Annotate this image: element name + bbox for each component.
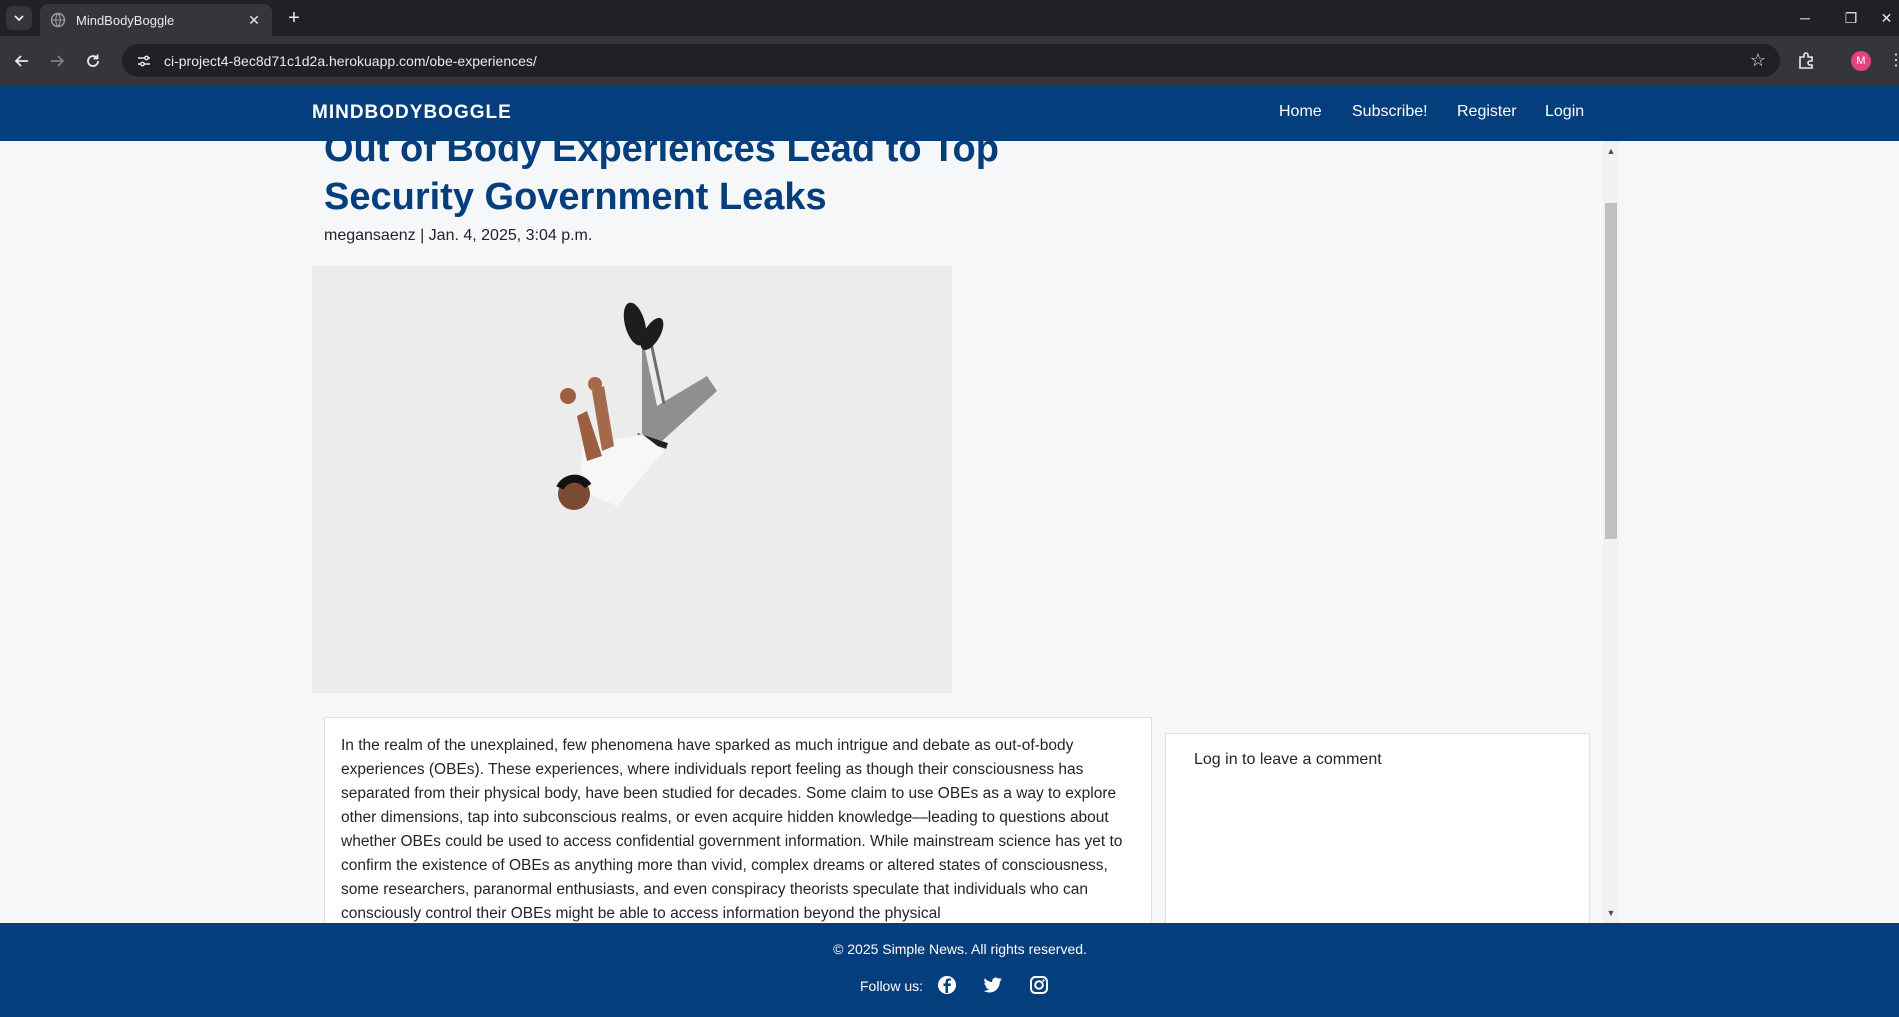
site-brand[interactable]: MINDBODYBOGGLE [312, 102, 512, 124]
nav-link-home[interactable]: Home [1279, 103, 1322, 121]
scroll-up-arrow-icon[interactable]: ▲ [1603, 143, 1619, 159]
url-text: ci-project4-8ec8d71c1d2a.herokuapp.com/o… [164, 52, 537, 69]
comment-prompt-text: to leave a comment [1237, 751, 1382, 768]
tab-search-button[interactable] [6, 6, 32, 30]
browser-tab-bar: MindBodyBoggle ✕ + ─ ❐ ✕ [0, 0, 1899, 36]
nav-link-login[interactable]: Login [1545, 103, 1584, 121]
restore-button[interactable]: ❐ [1828, 0, 1874, 36]
address-bar[interactable]: ci-project4-8ec8d71c1d2a.herokuapp.com/o… [122, 44, 1780, 77]
bookmark-star-icon[interactable]: ☆ [1750, 50, 1766, 71]
page-scrollbar[interactable]: ▲ ▼ [1603, 141, 1619, 923]
reload-icon [87, 54, 99, 67]
login-to-comment-link[interactable]: Log in [1194, 751, 1238, 768]
site-footer: © 2025 Simple News. All rights reserved.… [0, 923, 1899, 1017]
site-navbar: MINDBODYBOGGLE Home Subscribe! Register … [0, 85, 1899, 141]
minimize-button[interactable]: ─ [1782, 0, 1828, 36]
site-info-icon[interactable] [134, 51, 154, 71]
scrollbar-thumb[interactable] [1605, 203, 1617, 539]
new-tab-button[interactable]: + [282, 6, 306, 30]
close-tab-icon[interactable]: ✕ [246, 12, 262, 28]
post-body-card: In the realm of the unexplained, few phe… [324, 717, 1152, 923]
chevron-down-icon [14, 15, 24, 22]
close-window-button[interactable]: ✕ [1874, 0, 1899, 36]
nav-link-register[interactable]: Register [1457, 103, 1517, 121]
scroll-down-arrow-icon[interactable]: ▼ [1603, 905, 1619, 921]
reload-button[interactable] [80, 48, 106, 74]
falling-man-illustration [556, 302, 717, 510]
post-title: Out of Body Experiences Lead to Top Secu… [324, 141, 999, 218]
arrow-right-icon [51, 55, 65, 67]
profile-avatar[interactable]: M [1851, 51, 1871, 71]
twitter-icon[interactable] [982, 974, 1004, 996]
post-image [312, 266, 952, 693]
browser-menu-icon[interactable]: ⋮ [1888, 50, 1899, 70]
footer-follow-label: Follow us: [860, 978, 924, 994]
forward-button[interactable] [44, 48, 70, 74]
footer-copyright: © 2025 Simple News. All rights reserved. [833, 941, 1087, 957]
instagram-icon[interactable] [1028, 974, 1050, 996]
post-byline: megansaenz | Jan. 4, 2025, 3:04 p.m. [324, 227, 593, 244]
facebook-icon[interactable] [936, 974, 958, 996]
tab-title: MindBodyBoggle [76, 12, 175, 28]
arrow-left-icon [14, 55, 28, 67]
nav-link-subscribe[interactable]: Subscribe! [1352, 103, 1428, 121]
extensions-button[interactable] [1796, 49, 1820, 73]
back-button[interactable] [9, 48, 35, 74]
post-body-text: In the realm of the unexplained, few phe… [341, 737, 1123, 922]
browser-toolbar: ci-project4-8ec8d71c1d2a.herokuapp.com/o… [0, 36, 1899, 85]
globe-icon [50, 12, 66, 28]
puzzle-icon [1799, 52, 1813, 69]
comment-panel: Log in to leave a comment [1165, 733, 1590, 923]
browser-tab-active[interactable]: MindBodyBoggle ✕ [40, 4, 272, 36]
